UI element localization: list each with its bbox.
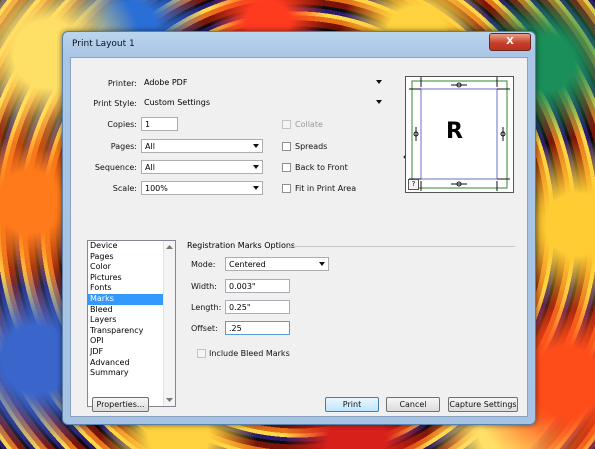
collate-checkbox[interactable]	[282, 120, 291, 129]
category-item-pictures[interactable]: Pictures	[88, 273, 165, 284]
category-item-advanced[interactable]: Advanced	[88, 358, 165, 369]
back-to-front-label: Back to Front	[295, 163, 348, 172]
print-dialog: Print Layout 1 X Printer: Adobe PDF Prin…	[62, 31, 536, 425]
registration-marks-header: Registration Marks Options	[187, 241, 296, 250]
print-style-label: Print Style:	[93, 99, 137, 108]
sequence-label: Sequence:	[94, 163, 137, 172]
pages-label: Pages:	[110, 142, 137, 151]
category-item-fonts[interactable]: Fonts	[88, 283, 165, 294]
category-item-opi[interactable]: OPI	[88, 336, 165, 347]
printer-label: Printer:	[107, 79, 137, 88]
mode-value: Centered	[229, 260, 266, 269]
length-input[interactable]: 0.25"	[225, 300, 290, 314]
list-scrollbar[interactable]	[163, 241, 175, 406]
category-item-pages[interactable]: Pages	[88, 252, 165, 263]
dialog-body: Printer: Adobe PDF Print Style: Custom S…	[70, 57, 528, 417]
mode-select[interactable]: Centered	[225, 257, 329, 271]
print-button[interactable]: Print	[325, 397, 379, 412]
include-bleed-marks-label: Include Bleed Marks	[209, 349, 290, 358]
copies-label: Copies:	[107, 120, 137, 129]
cancel-button[interactable]: Cancel	[386, 397, 440, 412]
chevron-down-icon	[376, 100, 382, 104]
scale-select[interactable]: 100%	[141, 181, 263, 195]
chevron-down-icon	[253, 165, 259, 169]
category-item-transparency[interactable]: Transparency	[88, 326, 165, 337]
category-item-color[interactable]: Color	[88, 262, 165, 273]
sequence-value: All	[145, 163, 155, 172]
collate-label: Collate	[295, 120, 323, 129]
scale-label: Scale:	[112, 184, 137, 193]
print-style-value: Custom Settings	[144, 98, 211, 107]
page-preview: R ?	[405, 76, 514, 193]
help-icon[interactable]: ?	[408, 179, 419, 190]
length-label: Length:	[191, 303, 222, 312]
width-label: Width:	[191, 282, 217, 291]
title-bar[interactable]: Print Layout 1 X	[63, 32, 535, 56]
mode-label: Mode:	[191, 260, 216, 269]
category-item-bleed[interactable]: Bleed	[88, 305, 165, 316]
chevron-down-icon	[253, 186, 259, 190]
printer-value: Adobe PDF	[144, 78, 188, 87]
spreads-checkbox[interactable]	[282, 142, 291, 151]
scroll-up-icon[interactable]	[164, 243, 175, 251]
print-style-select[interactable]: Custom Settings	[141, 96, 385, 110]
chevron-down-icon	[319, 262, 325, 266]
offset-label: Offset:	[191, 324, 218, 333]
pages-value: All	[145, 142, 155, 151]
pages-select[interactable]: All	[141, 139, 263, 153]
fit-in-print-area-checkbox[interactable]	[282, 184, 291, 193]
include-bleed-marks-checkbox[interactable]	[197, 349, 206, 358]
scale-value: 100%	[145, 184, 168, 193]
sequence-select[interactable]: All	[141, 160, 263, 174]
category-list[interactable]: Device Pages Color Pictures Fonts Marks Bleed L…	[87, 240, 176, 407]
preview-letter: R	[446, 119, 463, 144]
printer-select[interactable]: Adobe PDF	[141, 76, 385, 90]
capture-settings-button[interactable]: Capture Settings	[448, 397, 518, 412]
chevron-down-icon	[376, 80, 382, 84]
category-item-jdf[interactable]: JDF	[88, 347, 165, 358]
group-divider	[289, 246, 515, 247]
close-button[interactable]: X	[489, 33, 531, 51]
copies-input[interactable]: 1	[141, 117, 178, 131]
category-item-summary[interactable]: Summary	[88, 368, 165, 379]
category-item-layers[interactable]: Layers	[88, 315, 165, 326]
back-to-front-checkbox[interactable]	[282, 163, 291, 172]
category-item-device[interactable]: Device	[88, 241, 165, 252]
properties-button[interactable]: Properties...	[92, 397, 149, 412]
offset-input[interactable]: .25	[225, 321, 290, 335]
fit-in-print-area-label: Fit in Print Area	[295, 184, 357, 193]
width-input[interactable]: 0.003"	[225, 279, 290, 293]
scroll-down-icon[interactable]	[164, 396, 175, 404]
window-title: Print Layout 1	[72, 39, 135, 49]
category-item-marks[interactable]: Marks	[88, 293, 165, 305]
spreads-label: Spreads	[295, 142, 328, 151]
chevron-down-icon	[253, 144, 259, 148]
